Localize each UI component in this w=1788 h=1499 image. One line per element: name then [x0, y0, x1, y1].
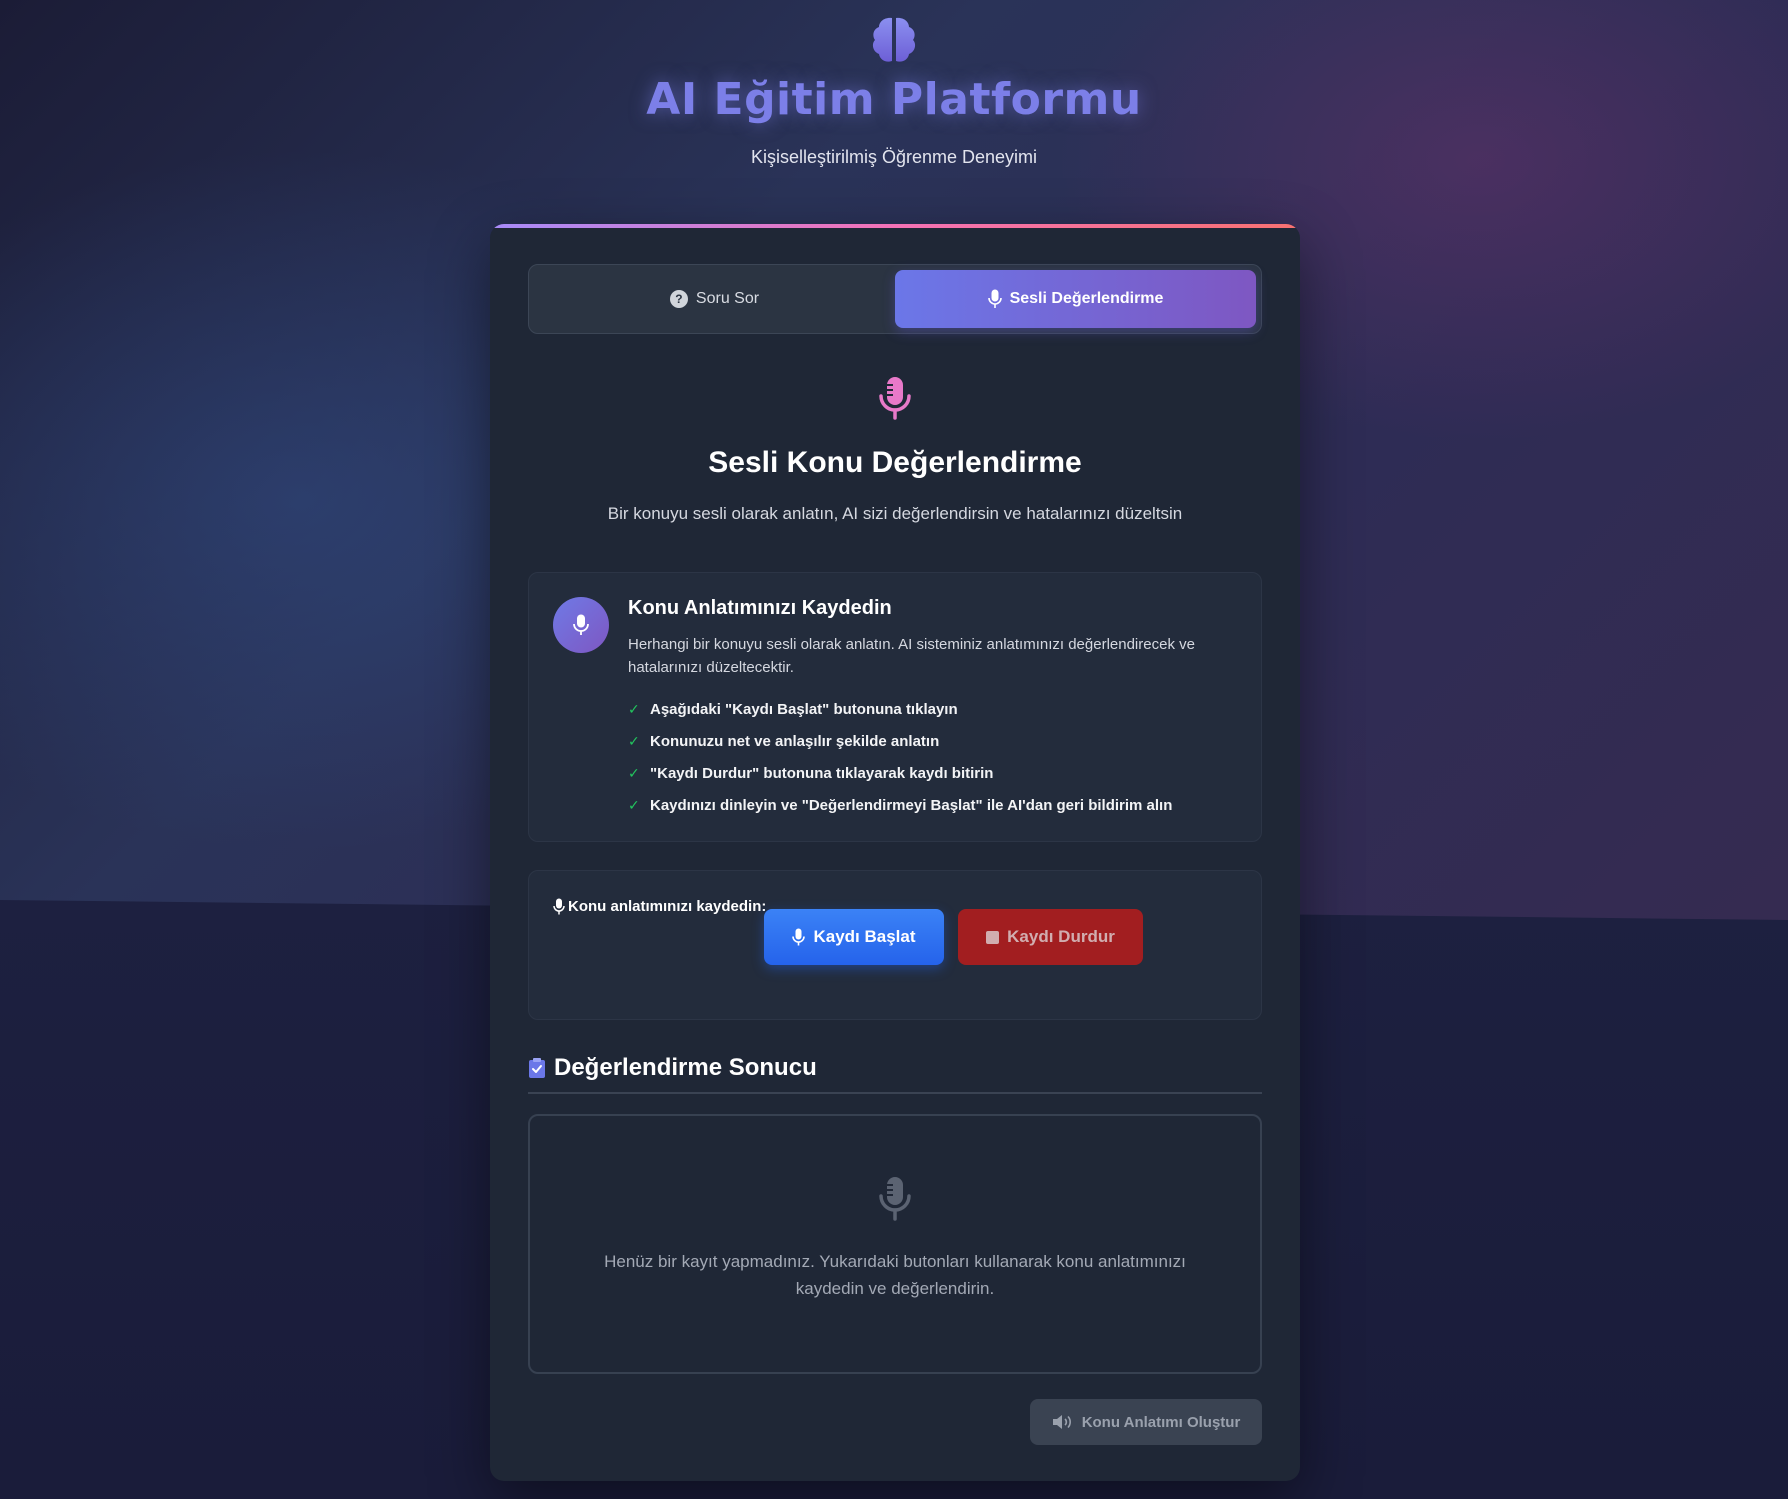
microphone-icon [573, 614, 589, 635]
section-title: Sesli Konu Değerlendirme [708, 446, 1082, 479]
tab-label: Soru Sor [695, 290, 760, 307]
result-placeholder-mic [530, 1176, 1260, 1227]
start-recording-button[interactable]: Kaydı Başlat [764, 909, 944, 965]
microphone-icon [879, 1177, 911, 1221]
microphone-icon [792, 928, 806, 946]
question-circle-icon: ? [669, 290, 688, 308]
tab-soru-sor[interactable]: ? Soru Sor [534, 270, 895, 328]
app-subtitle: Kişiselleştirilmiş Öğrenme Deneyimi [750, 147, 1038, 167]
list-item: ✓ Aşağıdaki "Kaydı Başlat" butonuna tıkla… [628, 700, 958, 718]
tab-bar: ? Soru Sor Sesli Değerlendirme [528, 264, 1262, 334]
check-icon: ✓ [628, 732, 640, 749]
check-icon: ✓ [628, 700, 640, 717]
check-icon: ✓ [628, 764, 640, 781]
recorder-panel: Konu anlatımınızı kaydedin: Kaydı Başlat… [528, 870, 1262, 1020]
list-item: ✓ "Kaydı Durdur" butonuna tıklayarak kayd… [628, 764, 994, 782]
instructions-text: Herhangi bir konuyu sesli olarak anlatın… [628, 636, 1195, 676]
stop-recording-button[interactable]: Kaydı Durdur [958, 909, 1143, 965]
generate-lecture-button[interactable]: Konu Anlatımı Oluştur [1030, 1399, 1262, 1445]
result-panel: Henüz bir kayıt yapmadınız. Yukarıdaki b… [528, 1114, 1262, 1374]
instructions-panel: Konu Anlatımınızı Kaydedin Herhangi bir … [528, 572, 1262, 842]
check-icon: ✓ [628, 796, 640, 813]
list-item: ✓ Konunuzu net ve anlaşılır şekilde anlat… [628, 732, 940, 750]
microphone-avatar [553, 597, 609, 653]
tab-sesli-degerlendirme[interactable]: Sesli Değerlendirme [895, 270, 1256, 328]
clipboard-check-icon [529, 1058, 545, 1078]
microphone-icon [987, 289, 1002, 308]
section-description: Bir konuyu sesli olarak anlatın, AI sizi… [607, 504, 1183, 523]
speaker-icon [1052, 1415, 1071, 1429]
result-title: Değerlendirme Sonucu [554, 1054, 817, 1081]
app-header: AI Eğitim Platformu Kişiselleştirilmiş Ö… [0, 14, 1788, 168]
brain-icon [872, 17, 916, 62]
microphone-icon [553, 898, 565, 915]
tab-label: Sesli Değerlendirme [1009, 290, 1164, 307]
stop-icon [986, 930, 1000, 944]
instruction-steps: ✓ Aşağıdaki "Kaydı Başlat" butonuna tıkla… [628, 693, 1172, 821]
recorder-label: Konu anlatımınızı kaydedin: [553, 898, 766, 915]
result-empty-text: Henüz bir kayıt yapmadınız. Yukarıdaki b… [604, 1252, 1186, 1298]
microphone-icon [879, 377, 911, 420]
result-header: Değerlendirme Sonucu [528, 1044, 1262, 1094]
instructions-title: Konu Anlatımınızı Kaydedin [628, 597, 892, 619]
hero-microphone [490, 376, 1300, 425]
app-title: AI Eğitim Platformu [646, 74, 1142, 125]
main-card: ? Soru Sor Sesli Değerlendirme Sesli Kon… [490, 224, 1300, 1481]
list-item: ✓ Kaydınızı dinleyin ve "Değerlendirmeyi … [628, 796, 1173, 814]
